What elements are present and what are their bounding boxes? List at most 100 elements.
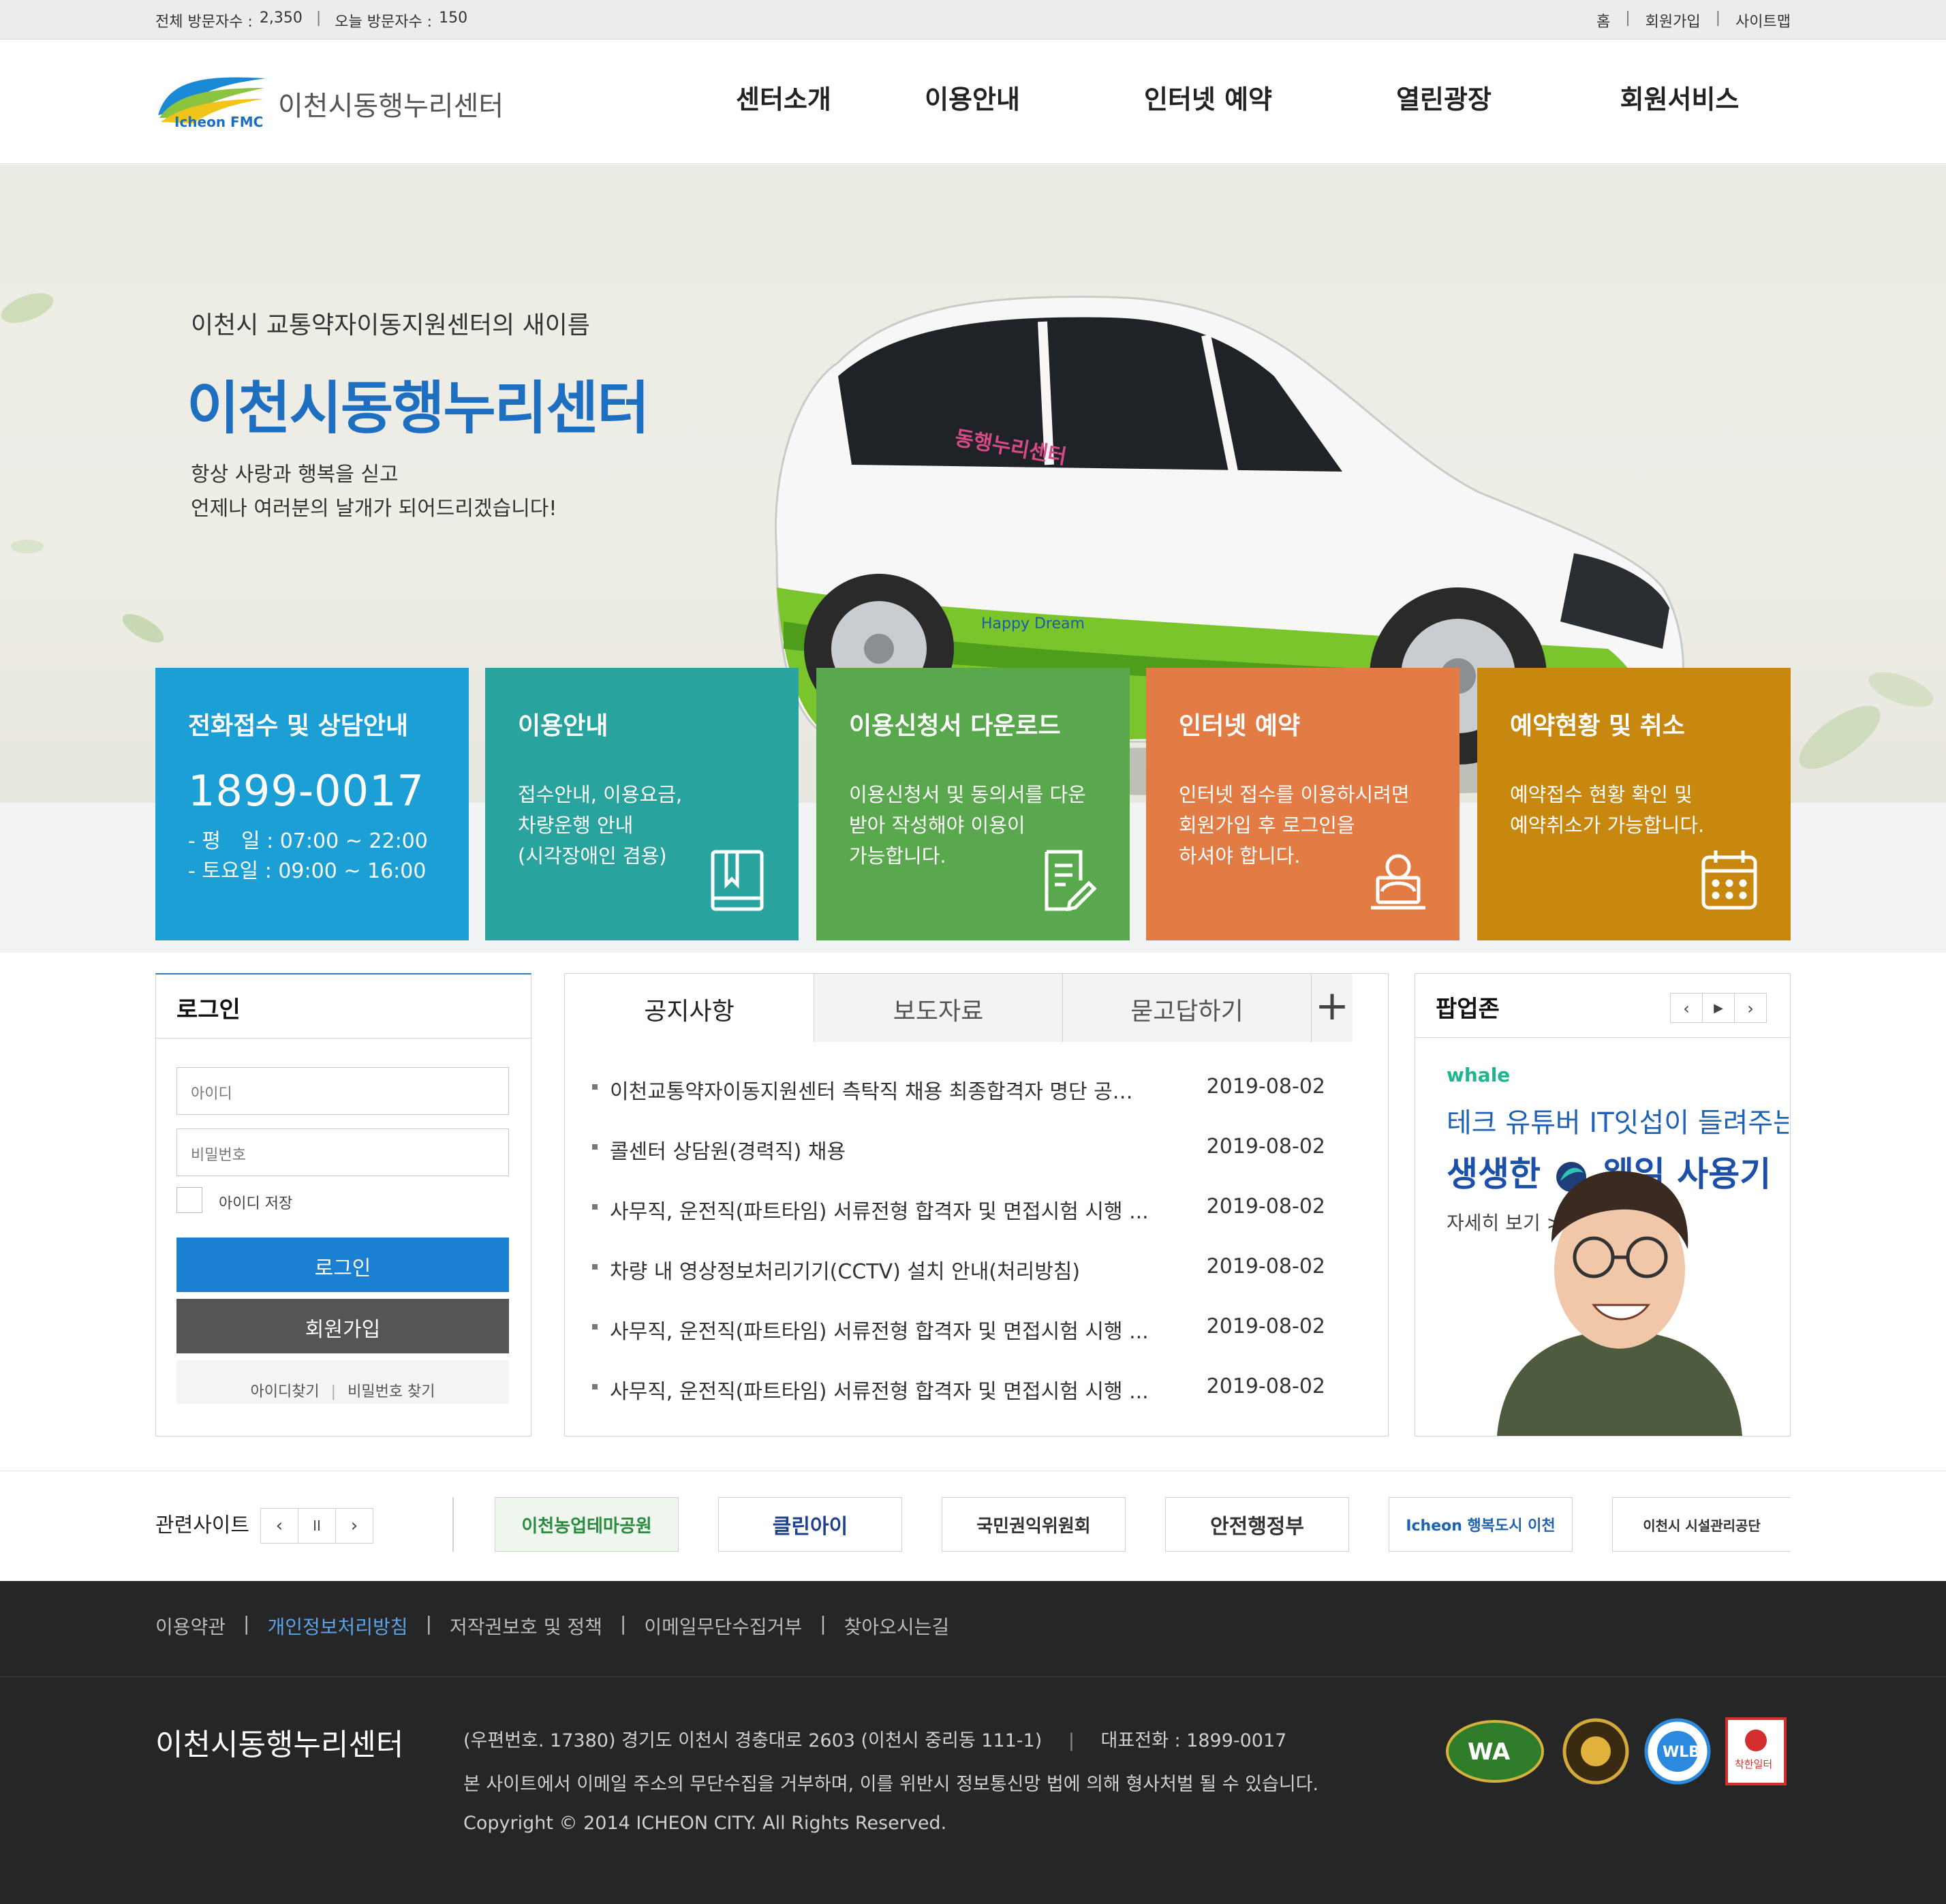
wa-certification-mark-icon: WA: [1446, 1720, 1544, 1783]
desc-line: 하셔야 합니다.: [1179, 844, 1301, 867]
related-site-acrc[interactable]: 국민권익위원회: [942, 1497, 1126, 1552]
tab-press[interactable]: 보도자료: [814, 974, 1062, 1042]
main-navigation: 센터소개 이용안내 인터넷 예약 열린광장 회원서비스: [709, 78, 1797, 116]
site-label: 클린아이: [772, 1515, 848, 1539]
bullet: [592, 1204, 598, 1210]
footer-org-name: 이천시동행누리센터: [155, 1728, 404, 1762]
list-item[interactable]: 이천교통약자이동지원센터 측탁직 채용 최종합격자 명단 공… 2019-08-0…: [592, 1075, 1325, 1135]
terms-link[interactable]: 이용약관: [155, 1612, 226, 1640]
document-edit-icon: [1045, 850, 1097, 912]
join-button[interactable]: 회원가입: [176, 1299, 509, 1353]
tab-qna[interactable]: 묻고답하기: [1062, 974, 1311, 1042]
nav-member-service[interactable]: 회원서비스: [1562, 78, 1797, 116]
list-item[interactable]: 사무직, 운전직(파트타임) 서류전형 합격자 및 면접시험 시행 ... 201…: [592, 1375, 1325, 1434]
today-visitors-label: 오늘 방문자수 :: [335, 14, 433, 31]
related-sites-bar: 관련사이트 ‹ II › 이천농업테마공원 클린아이 국민권익위원회 안전행정부…: [0, 1471, 1946, 1581]
notice-title[interactable]: 콜센터 상담원(경력직) 채용: [610, 1135, 846, 1165]
quick-box-title: 전화접수 및 상담안내: [188, 712, 409, 740]
related-site-mospa[interactable]: 안전행정부: [1165, 1497, 1349, 1552]
top-utility-bar: 전체 방문자수 : 2,350 | 오늘 방문자수 : 150 홈 | 회원가입…: [0, 0, 1946, 40]
popup-zone-panel: 팝업존 ‹ ▶ › whale 테크 유튜버 IT잇섭이 들려주는 생생한 웨일…: [1415, 973, 1791, 1437]
more-plus-button[interactable]: +: [1311, 974, 1353, 1042]
notice-title[interactable]: 사무직, 운전직(파트타임) 서류전형 합격자 및 면접시험 시행 ...: [610, 1315, 1149, 1345]
quick-box-application-download[interactable]: 이용신청서 다운로드 이용신청서 및 동의서를 다운 받아 작성해야 이용이 가…: [816, 668, 1130, 940]
list-item[interactable]: 사무직, 운전직(파트타임) 서류전형 합격자 및 면접시험 시행 ... 201…: [592, 1195, 1325, 1255]
home-link[interactable]: 홈: [1596, 10, 1610, 31]
notice-date: 2019-08-02: [1206, 1255, 1325, 1278]
notice-title[interactable]: 이천교통약자이동지원센터 측탁직 채용 최종합격자 명단 공…: [610, 1075, 1133, 1105]
related-sites-label: 관련사이트: [155, 1514, 249, 1537]
find-id-link[interactable]: 아이디찾기: [250, 1383, 319, 1400]
save-id-label: 아이디 저장: [219, 1195, 293, 1212]
find-password-link[interactable]: 비밀번호 찾기: [348, 1383, 435, 1400]
list-item[interactable]: 콜센터 상담원(경력직) 채용 2019-08-02: [592, 1135, 1325, 1195]
person-photo: [1497, 1171, 1742, 1436]
hero-desc-line-1: 항상 사랑과 행복을 싣고: [191, 463, 399, 487]
related-site-agri-park[interactable]: 이천농업테마공원: [495, 1497, 679, 1552]
quick-box-phone[interactable]: 전화접수 및 상담안내 1899-0017 - 평 일 : 07:00 ~ 22…: [155, 668, 469, 940]
list-item[interactable]: 사무직, 운전직(파트타임) 서류전형 합격자 및 면접시험 시행 ... 201…: [592, 1315, 1325, 1375]
divider: |: [619, 1612, 627, 1635]
password-input[interactable]: 비밀번호: [176, 1128, 509, 1176]
tab-notices[interactable]: 공지사항: [565, 974, 814, 1042]
footer-links: 이용약관 | 개인정보처리방침 | 저작권보호 및 정책 | 이메일무단수집거부…: [155, 1612, 949, 1640]
book-icon: [711, 850, 764, 911]
total-visitors-value: 2,350: [259, 10, 303, 27]
popup-prev-button[interactable]: ‹: [1670, 993, 1703, 1023]
van-decal-slogan: Happy Dream: [981, 615, 1085, 632]
site-label: Icheon 행복도시 이천: [1406, 1518, 1556, 1535]
popup-next-button[interactable]: ›: [1734, 993, 1767, 1023]
copyright-policy-link[interactable]: 저작권보호 및 정책: [450, 1612, 602, 1640]
nav-internet-reservation[interactable]: 인터넷 예약: [1090, 78, 1326, 116]
hero-title: 이천시동행누리센터: [187, 375, 650, 442]
divider: |: [243, 1612, 250, 1635]
user-id-input[interactable]: 아이디: [176, 1067, 509, 1115]
notice-date: 2019-08-02: [1206, 1135, 1325, 1158]
quick-box-title: 이용안내: [518, 712, 608, 740]
notice-title[interactable]: 사무직, 운전직(파트타임) 서류전형 합격자 및 면접시험 시행 ...: [610, 1375, 1149, 1404]
bullet: [592, 1384, 598, 1389]
quick-box-title: 이용신청서 다운로드: [849, 712, 1061, 740]
site-label: 이천농업테마공원: [521, 1516, 652, 1537]
quick-box-usage-guide[interactable]: 이용안내 접수안내, 이용요금, 차량운행 안내 (시각장애인 겸용): [485, 668, 799, 940]
footer-tel: 대표전화 : 1899-0017: [1100, 1730, 1287, 1751]
notice-title[interactable]: 사무직, 운전직(파트타임) 서류전형 합격자 및 면접시험 시행 ...: [610, 1195, 1149, 1225]
desc-line: (시각장애인 겸용): [518, 844, 667, 867]
notice-title[interactable]: 차량 내 영상정보처리기기(CCTV) 설치 안내(처리방침): [610, 1255, 1080, 1285]
quick-box-reservation-status[interactable]: 예약현황 및 취소 예약접수 현황 확인 및 예약취소가 가능합니다.: [1477, 668, 1791, 940]
sitemap-link[interactable]: 사이트맵: [1735, 10, 1791, 31]
list-item[interactable]: 차량 내 영상정보처리기기(CCTV) 설치 안내(처리방침) 2019-08-0…: [592, 1255, 1325, 1315]
related-site-icheon-city[interactable]: Icheon 행복도시 이천: [1389, 1497, 1573, 1552]
nav-center-intro[interactable]: 센터소개: [709, 78, 854, 116]
related-prev-button[interactable]: ‹: [260, 1508, 298, 1544]
business-hours: - 평 일 : 07:00 ~ 22:00 - 토요일 : 09:00 ~ 16…: [188, 827, 469, 887]
related-site-facility-corp[interactable]: 이천시 시설관리공단: [1612, 1497, 1791, 1552]
nav-usage-guide[interactable]: 이용안내: [854, 78, 1090, 116]
board-panel: 공지사항 보도자료 묻고답하기 + 이천교통약자이동지원센터 측탁직 채용 최종…: [564, 973, 1389, 1437]
login-title: 로그인: [156, 974, 531, 1039]
footer-email-notice: 본 사이트에서 이메일 주소의 무단수집을 거부하며, 이를 위반시 정보통신망…: [463, 1774, 1319, 1795]
utility-links: 홈 | 회원가입 | 사이트맵: [1596, 10, 1791, 31]
divider: |: [315, 10, 322, 27]
related-site-clean-eye[interactable]: 클린아이: [718, 1497, 902, 1552]
good-workplace-mark-icon: 착한일터: [1725, 1717, 1787, 1785]
popup-play-button[interactable]: ▶: [1702, 993, 1735, 1023]
desc-line: 회원가입 후 로그인을: [1179, 814, 1355, 837]
login-button[interactable]: 로그인: [176, 1238, 509, 1292]
bullet: [592, 1084, 598, 1090]
site-logo[interactable]: Icheon FMC 이천시동행누리센터: [154, 67, 515, 136]
nav-open-plaza[interactable]: 열린광장: [1326, 78, 1562, 116]
related-next-button[interactable]: ›: [335, 1508, 373, 1544]
quick-box-internet-reservation[interactable]: 인터넷 예약 인터넷 접수를 이용하시려면 회원가입 후 로그인을 하셔야 합니…: [1146, 668, 1460, 940]
find-account-links: 아이디찾기 | 비밀번호 찾기: [176, 1360, 509, 1404]
quick-box-title: 인터넷 예약: [1179, 712, 1301, 740]
privacy-policy-link[interactable]: 개인정보처리방침: [267, 1612, 407, 1640]
save-id-checkbox[interactable]: [176, 1187, 202, 1213]
related-pause-button[interactable]: II: [298, 1508, 336, 1544]
popup-banner[interactable]: whale 테크 유튜버 IT잇섭이 들려주는 생생한 웨일 사용기 자세히 보…: [1415, 1038, 1789, 1436]
desc-line: 예약접수 현황 확인 및: [1510, 783, 1693, 806]
join-link[interactable]: 회원가입: [1646, 10, 1701, 31]
email-refusal-link[interactable]: 이메일무단수집거부: [644, 1612, 802, 1640]
calendar-icon: [1701, 850, 1757, 910]
directions-link[interactable]: 찾아오시는길: [844, 1612, 950, 1640]
